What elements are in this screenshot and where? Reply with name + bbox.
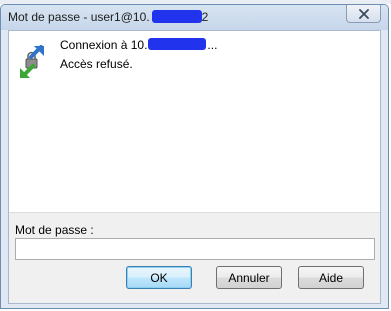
redaction-mark xyxy=(151,10,202,23)
connection-arrows-icon xyxy=(20,45,44,78)
password-label: Mot de passe : xyxy=(15,223,94,237)
connection-text-suffix: ... xyxy=(207,38,218,52)
ok-button[interactable]: OK xyxy=(126,266,192,289)
password-field[interactable] xyxy=(15,238,375,260)
dialog-client-area: Connexion à 10.... Accès refusé. Mot de … xyxy=(8,30,381,304)
close-icon xyxy=(358,8,369,19)
connection-text: Connexion à 10. xyxy=(60,38,148,52)
title-bar[interactable]: Mot de passe - user1@10. 2 xyxy=(1,5,388,30)
close-button[interactable] xyxy=(346,5,381,23)
title-text-suffix: 2 xyxy=(201,10,209,24)
message-area: Connexion à 10.... Accès refusé. xyxy=(9,31,380,213)
connection-message: Connexion à 10.... xyxy=(60,38,217,52)
cancel-button[interactable]: Annuler xyxy=(216,266,282,289)
help-button[interactable]: Aide xyxy=(298,266,364,289)
redaction-mark xyxy=(148,38,207,50)
password-dialog: Mot de passe - user1@10. 2 Connexion à 10 xyxy=(0,4,389,309)
window-title: Mot de passe - user1@10. 2 xyxy=(8,10,208,24)
title-text: Mot de passe - user1@10. xyxy=(8,10,150,24)
access-denied-message: Accès refusé. xyxy=(60,57,133,71)
